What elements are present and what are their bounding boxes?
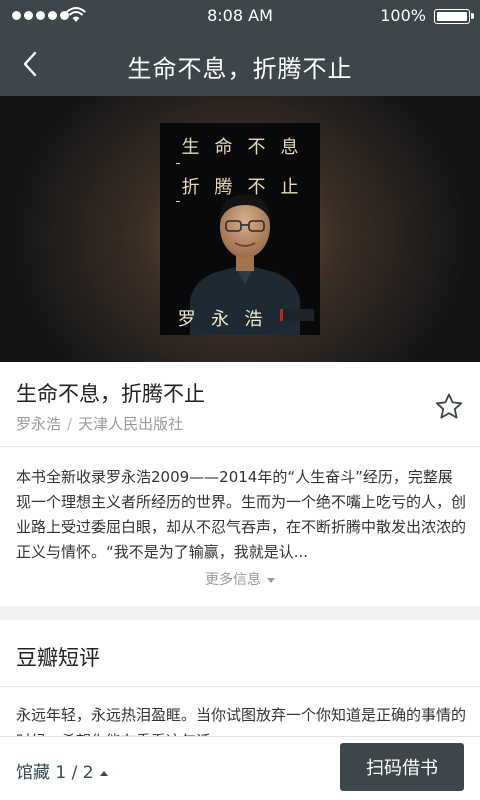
- caret-up-icon: [99, 770, 108, 776]
- cover-char: 生: [181, 137, 200, 158]
- holdings-toggle[interactable]: 馆藏 1 / 2: [16, 758, 108, 783]
- divider: [0, 686, 480, 687]
- cover-char: 浩: [244, 309, 263, 330]
- caret-down-icon: [267, 577, 275, 583]
- cover-dash: [176, 163, 180, 164]
- book-info: 生命不息，折腾不止 罗永浩 / 天津人民出版社: [0, 362, 480, 446]
- cover-dash: [176, 201, 180, 202]
- publisher-logo: [280, 309, 314, 321]
- book-meta: 罗永浩 / 天津人民出版社: [16, 413, 183, 434]
- book-publisher[interactable]: 天津人民出版社: [78, 415, 183, 433]
- divider: [0, 446, 480, 447]
- cover-char: 命: [214, 137, 233, 158]
- star-outline-icon: [435, 393, 463, 419]
- cover-char: 息: [280, 137, 299, 158]
- book-title: 生命不息，折腾不止: [16, 382, 205, 406]
- top-bar: 8:08 AM 100% 生命不息，折腾不止: [0, 0, 480, 96]
- cover-author: 罗 永 浩: [160, 305, 270, 331]
- holdings-label: 馆藏 1 / 2: [16, 763, 94, 783]
- book-cover-banner: 生 命 不 息 折 腾 不 止 罗 永 浩: [0, 96, 480, 362]
- bottom-action-bar: 馆藏 1 / 2 扫码借书: [0, 736, 480, 800]
- book-author[interactable]: 罗永浩: [16, 415, 61, 433]
- book-cover-image[interactable]: 生 命 不 息 折 腾 不 止 罗 永 浩: [160, 123, 320, 335]
- favorite-button[interactable]: [434, 392, 464, 422]
- cover-title-line-1: 生 命 不 息: [160, 133, 320, 159]
- status-bar: 8:08 AM 100%: [0, 0, 480, 32]
- cover-char: 罗: [177, 309, 196, 330]
- more-info-button[interactable]: 更多信息: [0, 569, 480, 589]
- book-description: 本书全新收录罗永浩2009——2014年的“人生奋斗”经历，完整展现一个理想主义…: [16, 468, 467, 561]
- cover-char: 永: [210, 309, 229, 330]
- meta-separator: /: [67, 415, 73, 433]
- cover-char: 不: [247, 137, 266, 158]
- battery-icon: [434, 9, 474, 24]
- battery-percentage: 100%: [380, 6, 426, 25]
- section-spacer: [0, 606, 480, 620]
- navigation-bar: 生命不息，折腾不止: [0, 32, 480, 96]
- more-info-label: 更多信息: [205, 572, 261, 588]
- reviews-section-title: 豆瓣短评: [16, 646, 100, 670]
- scan-borrow-button[interactable]: 扫码借书: [340, 743, 464, 791]
- page-title: 生命不息，折腾不止: [127, 55, 353, 83]
